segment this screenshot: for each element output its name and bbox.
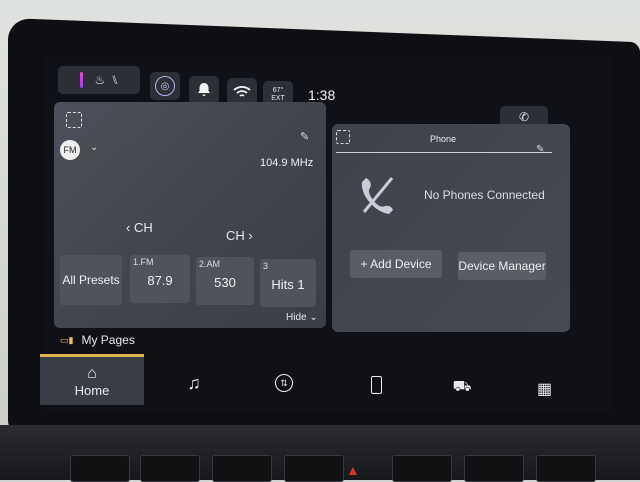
apps-grid-icon: ▦ bbox=[536, 381, 552, 398]
preset-value: Hits 1 bbox=[271, 277, 305, 292]
chevron-down-icon[interactable]: ⌄ bbox=[90, 142, 98, 153]
preset-3[interactable]: 3 Hits 1 bbox=[260, 259, 316, 307]
vent-slot bbox=[70, 455, 130, 482]
add-device-button[interactable]: + Add Device bbox=[350, 250, 442, 278]
frequency: 104.9 MHz bbox=[260, 157, 314, 169]
preset-number: 2.AM bbox=[199, 259, 221, 269]
vent-slot bbox=[140, 455, 200, 482]
vent-slot bbox=[284, 455, 344, 482]
channel-next-button[interactable]: CH › bbox=[226, 228, 253, 243]
phone-title: Phone bbox=[430, 134, 457, 144]
vent-slot bbox=[392, 455, 452, 482]
vent-slot bbox=[464, 455, 524, 482]
edit-icon[interactable]: ✎ bbox=[300, 130, 309, 143]
preset-number: 3 bbox=[263, 261, 269, 271]
profile-button[interactable]: ◎ bbox=[150, 72, 180, 100]
smartphone-icon bbox=[370, 376, 382, 394]
nav-home[interactable]: ⌂ Home bbox=[40, 354, 144, 405]
preset-1[interactable]: 1.FM 87.9 bbox=[130, 255, 190, 303]
wifi-icon bbox=[233, 86, 251, 97]
phone-status: No Phones Connected bbox=[424, 188, 545, 202]
driver-seat-status[interactable]: ♨ ⑊ bbox=[58, 66, 140, 94]
band-badge[interactable]: FM bbox=[60, 140, 80, 160]
my-pages-button[interactable]: ▭▮ My Pages bbox=[60, 333, 135, 347]
channel-prev-button[interactable]: ‹ CH bbox=[126, 220, 153, 235]
home-icon: ⌂ bbox=[87, 364, 97, 382]
all-presets-button[interactable]: All Presets bbox=[60, 255, 122, 305]
notifications-button[interactable] bbox=[189, 76, 219, 104]
vent-slot bbox=[212, 455, 272, 482]
hazard-triangle-icon: ▲ bbox=[346, 462, 360, 478]
pages-icon: ▭▮ bbox=[60, 334, 74, 345]
phone-disconnected-icon bbox=[361, 177, 394, 214]
expand-icon[interactable] bbox=[336, 130, 350, 144]
ch-next-label: CH bbox=[226, 228, 245, 243]
music-icon: ♫ bbox=[187, 372, 201, 393]
vent-slot bbox=[536, 455, 596, 482]
user-profile-icon: ◎ bbox=[155, 76, 175, 96]
hide-button[interactable]: Hide ⌄ bbox=[286, 312, 318, 323]
phone-panel: Phone ✎ No Phones Connected + Add Device… bbox=[332, 124, 570, 332]
chevron-right-icon: › bbox=[248, 228, 253, 243]
hide-label: Hide bbox=[286, 312, 307, 323]
preset-value: 530 bbox=[214, 275, 236, 290]
home-label: Home bbox=[74, 382, 110, 398]
chevron-left-icon: ‹ bbox=[126, 220, 131, 235]
expand-icon[interactable] bbox=[66, 112, 82, 128]
heated-seat-icon: ♨ bbox=[94, 73, 106, 87]
nav-phone[interactable] bbox=[356, 362, 396, 408]
seat-icon: ⑊ bbox=[111, 73, 119, 87]
all-presets-label: All Presets bbox=[62, 273, 120, 287]
ch-prev-label: CH bbox=[133, 220, 153, 235]
chevron-down-icon: ⌄ bbox=[309, 312, 318, 323]
clock: 1:38 bbox=[308, 87, 336, 103]
profile-indicator-icon bbox=[79, 72, 83, 88]
nav-media[interactable]: ♫ bbox=[174, 360, 214, 406]
bell-icon bbox=[198, 83, 210, 96]
temp-value: 67° bbox=[272, 87, 284, 94]
nav-apps[interactable]: ▦ bbox=[524, 366, 564, 412]
preset-value: 87.9 bbox=[147, 273, 173, 288]
vehicle-icon: ⛟ bbox=[452, 377, 472, 395]
radio-panel: ✎ FM ⌄ 104.9 MHz ‹ CH CH › All Presets 1… bbox=[54, 102, 326, 328]
preset-number: 1.FM bbox=[133, 257, 154, 267]
phone-handset-icon: ✆ bbox=[518, 110, 530, 124]
infotainment-screen: ♨ ⑊ ◎ 67° EXT 1:38 ✆ ✎ FM ⌄ 104.9 MHz ‹ … bbox=[40, 56, 612, 412]
nav-vehicle[interactable]: ⛟ bbox=[442, 364, 482, 410]
preset-2[interactable]: 2.AM 530 bbox=[196, 257, 254, 305]
hazard-button[interactable]: ▲ bbox=[346, 462, 360, 480]
device-manager-button[interactable]: Device Manager bbox=[458, 252, 546, 280]
nav-climate[interactable]: ⇅ bbox=[264, 360, 304, 406]
edit-icon[interactable]: ✎ bbox=[536, 144, 544, 155]
my-pages-label: My Pages bbox=[81, 333, 135, 347]
divider bbox=[336, 152, 552, 153]
climate-icon: ⇅ bbox=[275, 374, 293, 392]
